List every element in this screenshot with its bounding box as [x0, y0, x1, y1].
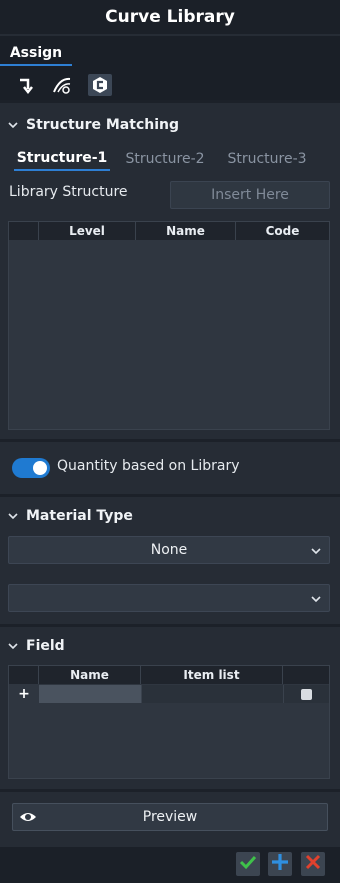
- library-icon[interactable]: [88, 74, 112, 96]
- library-structure-label: Library Structure: [9, 184, 128, 200]
- preview-button[interactable]: Preview: [12, 803, 328, 831]
- toggle-knob: [33, 461, 47, 475]
- divider: [0, 439, 340, 442]
- material-subtype-select[interactable]: [8, 584, 330, 612]
- section-title: Field: [26, 638, 65, 654]
- insert-here-field[interactable]: Insert Here: [170, 181, 330, 209]
- tab-structure-1[interactable]: Structure-1: [14, 147, 110, 171]
- add-button[interactable]: [268, 852, 292, 876]
- check-icon: [239, 854, 257, 874]
- confirm-button[interactable]: [236, 852, 260, 876]
- column-header-name[interactable]: Name: [39, 666, 141, 684]
- add-row-button[interactable]: +: [9, 684, 39, 704]
- column-header-level[interactable]: Level: [39, 222, 136, 240]
- column-header-blank: [9, 222, 39, 240]
- table-header: Name Item list: [9, 666, 329, 684]
- close-button[interactable]: [301, 852, 325, 876]
- divider: [0, 494, 340, 497]
- structure-matching-header[interactable]: Structure Matching: [8, 115, 179, 135]
- material-type-select[interactable]: None: [8, 536, 330, 564]
- column-header-blank: [9, 666, 39, 684]
- material-type-value: None: [150, 542, 188, 558]
- column-header-item-list[interactable]: Item list: [141, 666, 283, 684]
- chevron-down-icon: [8, 641, 18, 651]
- table-header: Level Name Code: [9, 222, 329, 240]
- column-header-check: [283, 666, 329, 684]
- tab-assign[interactable]: Assign: [0, 41, 72, 66]
- eye-icon: [19, 810, 37, 824]
- window-title: Curve Library: [0, 0, 340, 34]
- plus-icon: [271, 853, 289, 875]
- tab-structure-3[interactable]: Structure-3: [220, 147, 314, 171]
- row-checkbox-cell: [283, 685, 329, 703]
- section-title: Structure Matching: [26, 117, 180, 133]
- section-title: Material Type: [26, 508, 133, 524]
- chevron-down-icon: [8, 120, 18, 130]
- field-item-list-cell[interactable]: [141, 685, 283, 703]
- quantity-toggle[interactable]: [12, 458, 50, 478]
- material-type-header[interactable]: Material Type: [8, 506, 133, 526]
- tab-structure-2[interactable]: Structure-2: [118, 147, 212, 171]
- divider: [0, 624, 340, 627]
- chevron-down-icon: [8, 511, 18, 521]
- chevron-down-icon: [311, 594, 321, 604]
- structure-table: Level Name Code: [8, 221, 330, 430]
- row-checkbox[interactable]: [301, 688, 312, 700]
- column-header-name[interactable]: Name: [136, 222, 236, 240]
- divider: [0, 100, 340, 103]
- footer-bar: [0, 847, 340, 883]
- preview-label: Preview: [142, 809, 198, 825]
- top-tab-bar: Assign: [0, 36, 340, 100]
- divider: [0, 789, 340, 792]
- close-icon: [305, 854, 321, 874]
- curve-tool-icon[interactable]: [50, 74, 74, 96]
- column-header-code[interactable]: Code: [236, 222, 329, 240]
- field-name-cell[interactable]: [39, 685, 141, 703]
- field-table: Name Item list +: [8, 665, 330, 779]
- chevron-down-icon: [311, 546, 321, 556]
- quantity-toggle-label: Quantity based on Library: [57, 458, 240, 474]
- field-header[interactable]: Field: [8, 636, 65, 656]
- return-arrow-icon[interactable]: [14, 74, 38, 96]
- table-row[interactable]: +: [9, 684, 329, 704]
